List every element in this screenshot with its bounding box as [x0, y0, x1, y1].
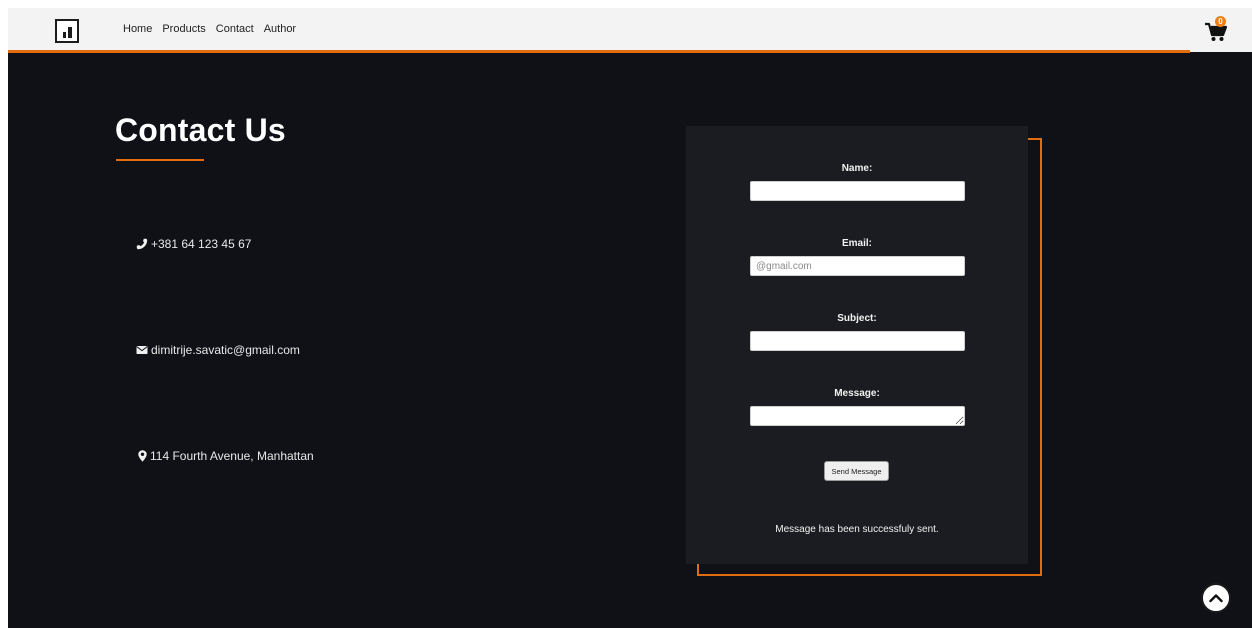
nav-link-contact[interactable]: Contact	[216, 23, 254, 35]
subject-label: Subject:	[837, 313, 877, 324]
nav-link-author[interactable]: Author	[264, 23, 296, 35]
nav-links: Home Products Contact Author	[123, 23, 296, 35]
name-input[interactable]	[750, 181, 965, 201]
email-text: dimitrije.savatic@gmail.com	[151, 343, 300, 357]
contact-address: 114 Fourth Avenue, Manhattan	[138, 449, 314, 463]
chevron-up-icon	[1209, 594, 1223, 603]
success-message: Message has been successfuly sent.	[775, 524, 939, 535]
navbar: Home Products Contact Author 0	[8, 8, 1252, 52]
logo-chart-icon[interactable]	[55, 19, 79, 43]
cart-count-badge: 0	[1215, 16, 1226, 27]
page-title: Contact Us	[115, 112, 286, 148]
send-message-button[interactable]: Send Message	[824, 461, 889, 481]
email-label: Email:	[841, 238, 872, 249]
message-label: Message:	[834, 388, 880, 399]
page: Home Products Contact Author 0 Contact U…	[8, 8, 1252, 628]
title-underline	[116, 159, 204, 161]
subject-input[interactable]	[750, 331, 965, 351]
nav-link-home[interactable]: Home	[123, 23, 152, 35]
nav-link-products[interactable]: Products	[162, 23, 205, 35]
contact-form: Name: Email: Subject: Message: Send Mess…	[686, 126, 1028, 564]
contact-email: dimitrije.savatic@gmail.com	[136, 343, 300, 357]
nav-accent-line	[8, 50, 1190, 53]
phone-icon	[136, 238, 148, 250]
envelope-icon	[136, 346, 148, 354]
phone-text: +381 64 123 45 67	[151, 237, 252, 251]
message-textarea[interactable]	[750, 406, 965, 426]
email-input[interactable]	[750, 256, 965, 276]
name-label: Name:	[841, 163, 873, 174]
map-marker-icon	[138, 450, 147, 462]
address-text: 114 Fourth Avenue, Manhattan	[150, 449, 314, 463]
contact-phone: +381 64 123 45 67	[136, 237, 251, 251]
scroll-to-top-button[interactable]	[1201, 583, 1231, 613]
